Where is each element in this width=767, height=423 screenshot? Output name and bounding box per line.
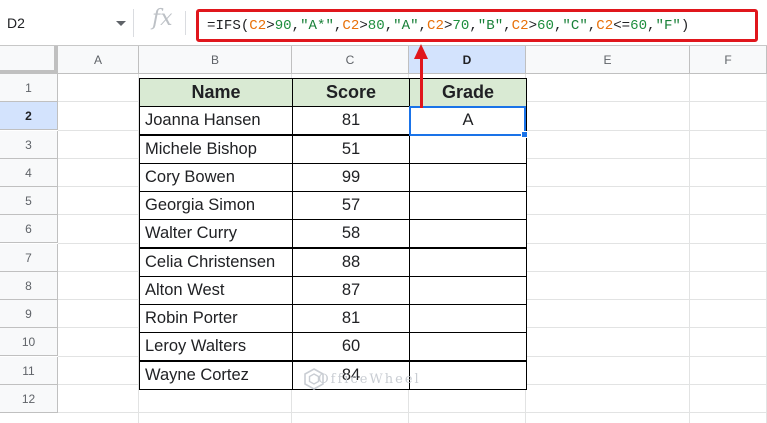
name-cell[interactable]: Wayne Cortez [139,360,293,390]
name-cell[interactable]: Leroy Walters [139,332,293,362]
watermark: OfficeWheel [318,372,421,387]
formula-token: 60 [537,18,554,34]
name-cell[interactable]: Celia Christensen [139,247,293,277]
formula-token: 90 [274,18,292,34]
formula-token: C2 [596,18,614,34]
select-all-corner[interactable] [0,46,58,74]
formula-token: 60 [630,18,648,34]
formula-separator [185,11,186,35]
name-cell[interactable]: Robin Porter [139,304,293,333]
fill-handle[interactable] [521,131,528,138]
row-header-10[interactable]: 10 [0,328,58,357]
formula-token: 80 [367,18,385,34]
gridline [58,412,767,413]
score-cell[interactable]: 81 [292,106,410,136]
formula-token: C2 [342,18,360,34]
formula-input[interactable]: =IFS(C2>90,"A*",C2>80,"A",C2>70,"B",C2>6… [207,18,689,34]
score-cell[interactable]: 81 [292,304,410,333]
score-cell[interactable]: 57 [292,191,410,220]
grade-cell[interactable] [409,304,527,333]
name-cell[interactable]: Cory Bowen [139,162,293,192]
formula-token: ) [680,18,690,34]
row-header-12[interactable]: 12 [0,384,58,413]
formula-token: C2 [249,18,267,34]
grade-cell[interactable] [409,191,527,220]
formula-bar: D2 fx =IFS(C2>90,"A*",C2>80,"A",C2>70,"B… [0,0,767,46]
row-header-6[interactable]: 6 [0,215,58,244]
row-header-9[interactable]: 9 [0,300,58,328]
up-arrow-icon [420,58,423,108]
grade-cell[interactable] [409,360,527,390]
formula-token: > [359,18,368,34]
formula-token: , [587,18,597,34]
name-cell[interactable]: Walter Curry [139,219,293,249]
grade-cell[interactable] [409,134,527,164]
score-cell[interactable]: 87 [292,275,410,305]
formula-token: "C" [562,18,588,34]
column-header-e[interactable]: E [526,46,690,74]
column-header-b[interactable]: B [139,46,292,74]
grade-cell[interactable] [409,162,527,192]
formula-highlight-box: =IFS(C2>90,"A*",C2>80,"A",C2>70,"B",C2>6… [196,9,758,42]
score-cell[interactable]: 88 [292,247,410,277]
chevron-down-icon[interactable] [116,21,126,26]
formula-token: <= [613,18,631,34]
header-cell-name[interactable]: Name [139,78,293,107]
selected-cell-outline [409,106,526,136]
name-cell[interactable]: Joanna Hansen [139,106,293,136]
score-cell[interactable]: 60 [292,332,410,362]
row-header-5[interactable]: 5 [0,187,58,215]
arrow-head [414,44,428,59]
row-header-8[interactable]: 8 [0,271,58,300]
formula-token: , [384,18,394,34]
score-cell[interactable]: 58 [292,219,410,249]
formula-token: "F" [655,18,681,34]
formula-token: , [418,18,428,34]
grade-cell[interactable] [409,275,527,305]
score-cell[interactable]: 51 [292,134,410,164]
row-header-2[interactable]: 2 [0,102,58,131]
formula-token: C2 [427,18,444,34]
grade-cell[interactable] [409,247,527,277]
column-header-c[interactable]: C [292,46,409,74]
name-cell[interactable]: Georgia Simon [139,191,293,220]
name-cell[interactable]: Alton West [139,275,293,305]
formula-token: > [528,18,538,34]
gridline [689,74,690,423]
name-box-value: D2 [7,15,25,31]
grade-cell[interactable] [409,219,527,249]
formula-token: , [291,18,301,34]
score-cell[interactable]: 99 [292,162,410,192]
formula-token: =IFS( [207,18,250,34]
formula-token: , [647,18,656,34]
formula-token: "B" [477,18,504,34]
name-box[interactable]: D2 [0,9,134,37]
formula-token: , [469,18,478,34]
header-cell-score[interactable]: Score [292,78,410,107]
row-header-4[interactable]: 4 [0,158,58,187]
formula-token: > [266,18,275,34]
column-header-a[interactable]: A [58,46,139,74]
row-header-3[interactable]: 3 [0,130,58,159]
grade-cell[interactable] [409,332,527,362]
row-header-7[interactable]: 7 [0,243,58,272]
fx-icon: fx [152,6,173,31]
column-header-f[interactable]: F [690,46,767,74]
formula-token: "A*" [300,18,334,34]
header-cell-grade[interactable]: Grade [409,78,527,107]
formula-token: C2 [511,18,529,34]
row-header-11[interactable]: 11 [0,356,58,385]
name-cell[interactable]: Michele Bishop [139,134,293,164]
row-header-1[interactable]: 1 [0,74,58,102]
formula-token: , [503,18,512,34]
formula-token: 70 [452,18,470,34]
formula-token: "A" [393,18,419,34]
